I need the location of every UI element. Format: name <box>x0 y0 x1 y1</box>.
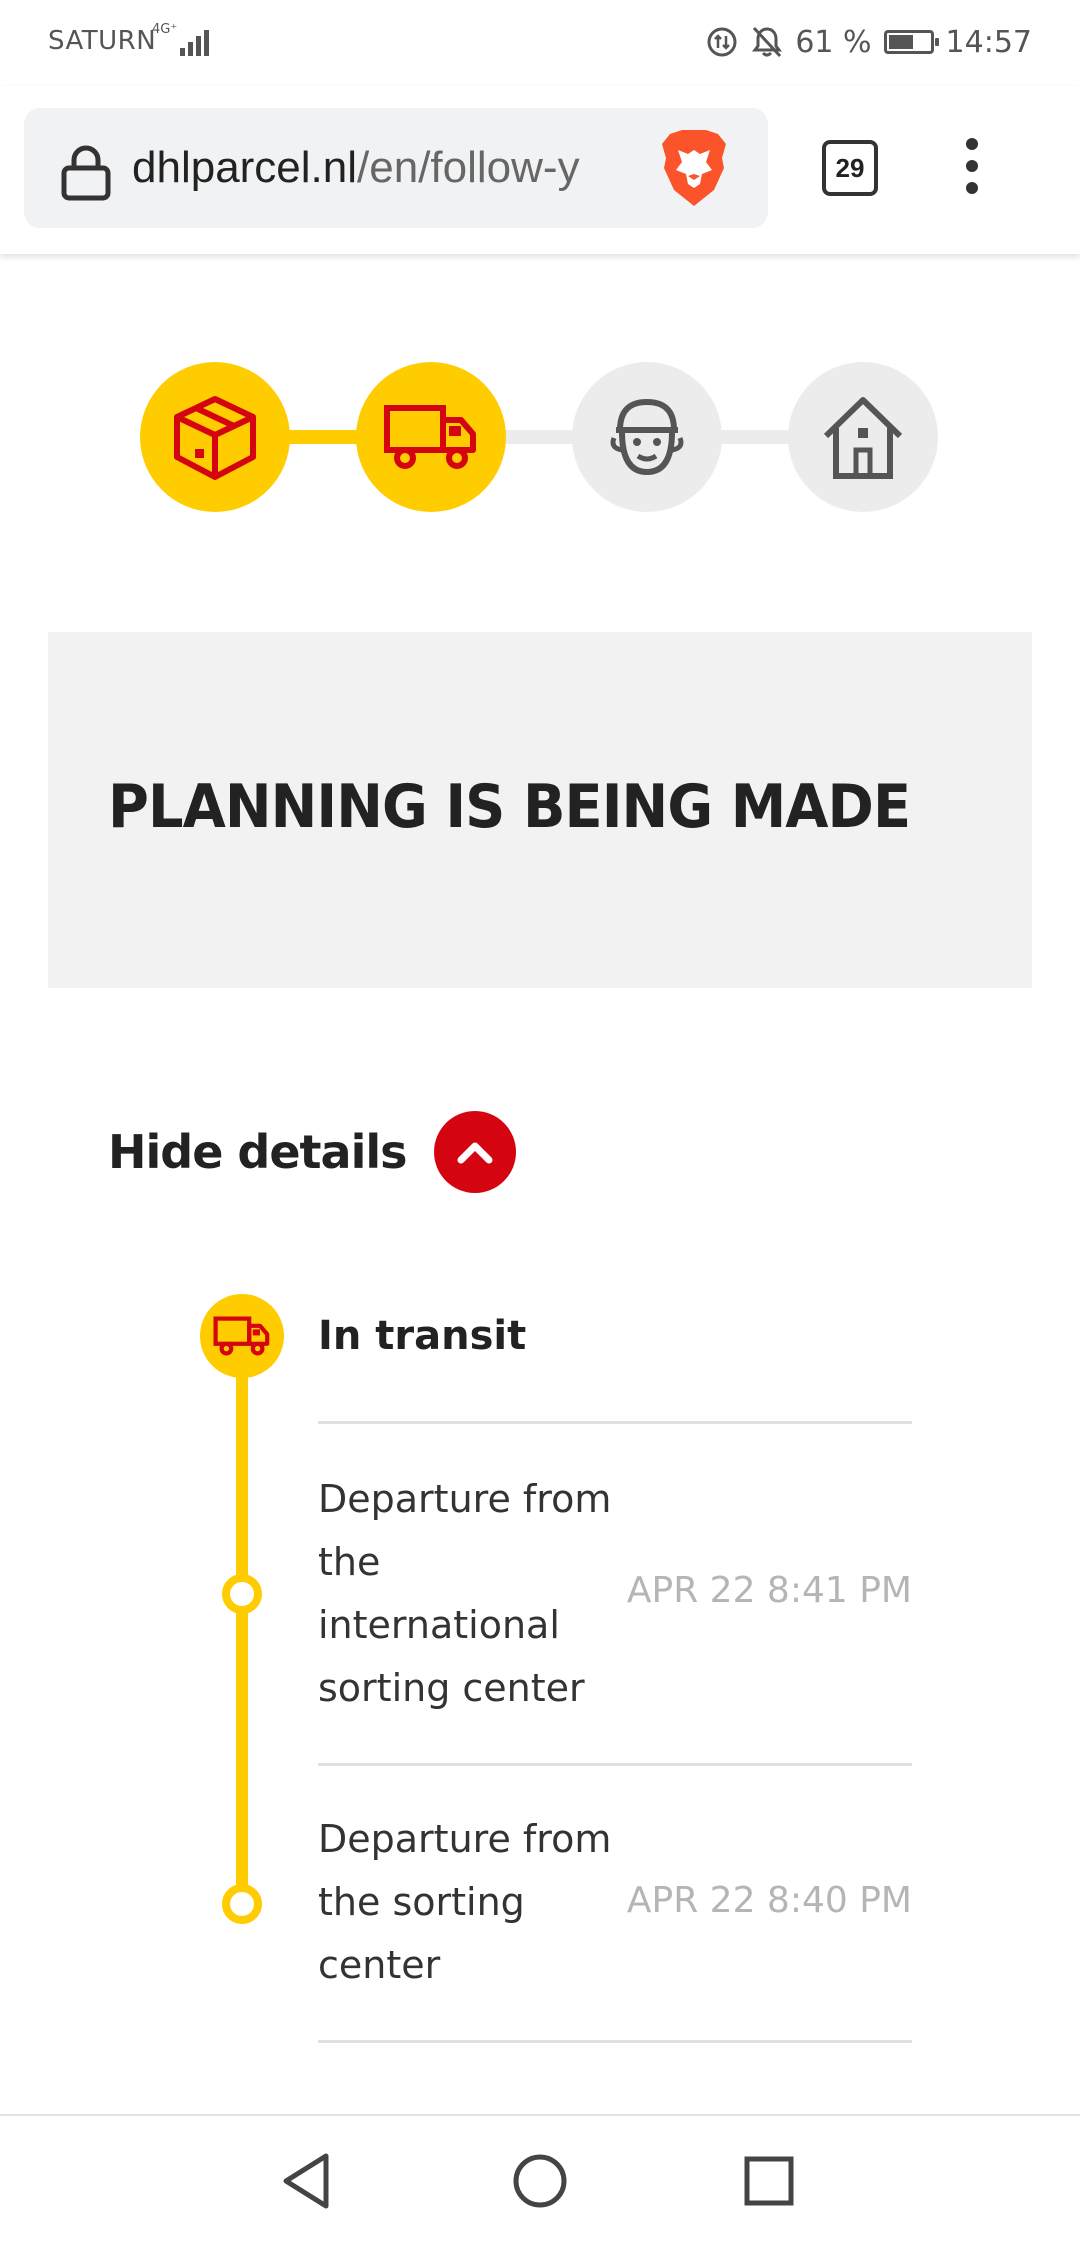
url-path: /en/follow-y <box>357 143 580 192</box>
status-icons: 61 % 14:57 <box>705 22 1032 62</box>
url-domain: dhlparcel.nl <box>132 143 358 192</box>
status-bar: SATURN 4G⁺ 61 % 14:57 <box>0 0 1080 86</box>
brave-lion-icon[interactable] <box>656 128 732 208</box>
current-status: In transit <box>318 1313 527 1359</box>
timeline-dot <box>222 1884 262 1924</box>
data-saver-icon <box>707 27 737 57</box>
courier-icon <box>610 398 684 476</box>
url-text[interactable]: dhlparcel.nl/en/follow-y <box>132 138 652 198</box>
divider <box>318 2040 912 2043</box>
home-icon <box>823 397 903 479</box>
back-icon[interactable] <box>272 2146 342 2216</box>
timeline-status-marker <box>200 1294 284 1378</box>
divider <box>318 1421 912 1424</box>
step-package <box>140 362 290 512</box>
bell-off-icon <box>752 26 783 58</box>
network-type: 4G⁺ <box>152 22 178 37</box>
event-description: Departure from the international sorting… <box>318 1477 612 1710</box>
carrier-name: SATURN <box>48 26 157 56</box>
tabs-button[interactable]: 29 <box>822 140 878 196</box>
address-bar[interactable]: dhlparcel.nl/en/follow-y <box>24 108 768 228</box>
event-time: APR 22 8:41 PM <box>626 1570 912 1611</box>
timeline-dot <box>222 1574 262 1614</box>
status-banner: PLANNING IS BEING MADE <box>48 632 1032 988</box>
status-title: PLANNING IS BEING MADE <box>108 772 911 842</box>
details-toggle[interactable]: Hide details <box>108 1110 517 1194</box>
event-time: APR 22 8:40 PM <box>626 1880 912 1921</box>
battery-icon <box>883 30 939 54</box>
signal-icon <box>180 28 209 56</box>
divider <box>318 1763 912 1766</box>
step-home <box>788 362 938 512</box>
lock-icon[interactable] <box>60 142 112 202</box>
browser-toolbar: dhlparcel.nl/en/follow-y 29 <box>0 86 1080 254</box>
home-circle-icon[interactable] <box>505 2146 575 2216</box>
battery-percent: 61 % <box>795 24 872 60</box>
system-nav-bar <box>0 2114 1080 2246</box>
chevron-up-icon <box>457 1142 493 1164</box>
delivery-progress <box>140 362 940 512</box>
progress-connector-done <box>280 430 360 444</box>
collapse-button[interactable] <box>434 1111 517 1193</box>
recents-icon[interactable] <box>734 2146 804 2216</box>
progress-connector-pending <box>712 430 792 444</box>
overflow-menu-icon[interactable] <box>958 138 986 202</box>
progress-connector-pending <box>496 430 576 444</box>
clock: 14:57 <box>945 24 1032 60</box>
timeline-line <box>236 1330 248 1910</box>
truck-icon <box>213 1316 270 1356</box>
event-description: Departure from the sorting center <box>318 1817 612 1987</box>
package-icon <box>174 396 256 480</box>
truck-icon <box>384 405 476 469</box>
details-toggle-label[interactable]: Hide details <box>108 1125 407 1179</box>
step-courier <box>572 362 722 512</box>
step-transit <box>356 362 506 512</box>
